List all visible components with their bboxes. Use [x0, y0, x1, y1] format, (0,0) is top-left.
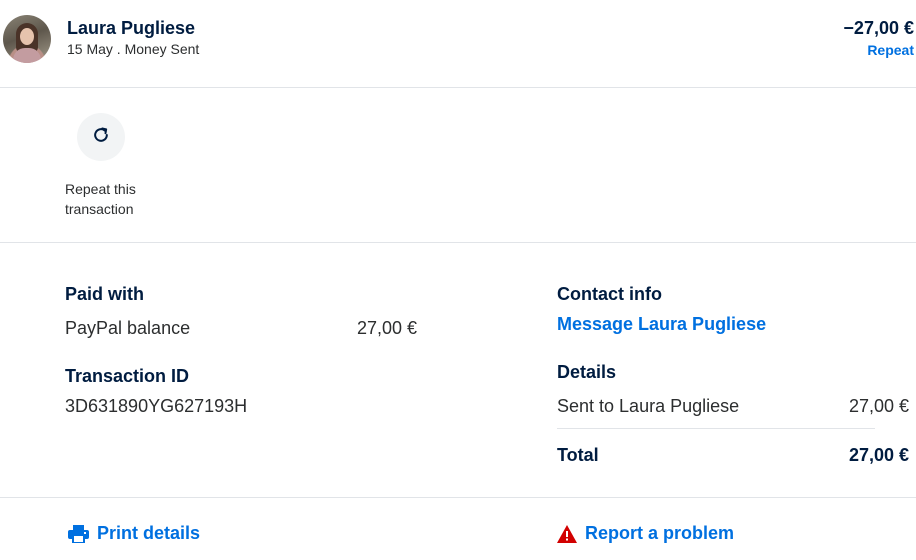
recipient-name: Laura Pugliese	[67, 18, 196, 38]
actions-section: Repeat this transaction	[0, 89, 916, 243]
repeat-transaction-label: Repeat this transaction	[65, 181, 136, 217]
avatar	[3, 15, 51, 63]
sent-to-amount: 27,00 €	[849, 396, 910, 416]
print-details-button[interactable]: Print details	[68, 523, 200, 544]
paid-with-heading: Paid with	[65, 284, 145, 304]
transaction-id-heading: Transaction ID	[65, 366, 190, 386]
transaction-header: Laura Pugliese 15 May . Money Sent −27,0…	[0, 0, 916, 88]
warning-icon	[557, 524, 577, 543]
sent-to-label: Sent to Laura Pugliese	[557, 396, 740, 416]
refresh-icon	[91, 125, 111, 150]
transaction-subtitle: 15 May . Money Sent	[67, 41, 200, 57]
details-heading: Details	[557, 362, 617, 382]
contact-info-heading: Contact info	[557, 284, 662, 304]
print-details-label: Print details	[97, 523, 201, 543]
details-divider	[557, 428, 875, 429]
transaction-id-value: 3D631890YG627193H	[65, 396, 248, 416]
report-problem-button[interactable]: Report a problem	[557, 523, 734, 544]
total-amount: 27,00 €	[849, 445, 910, 465]
transaction-amount: −27,00 €	[843, 18, 914, 38]
payment-method: PayPal balance	[65, 318, 191, 338]
message-recipient-link[interactable]: Message Laura Pugliese	[557, 314, 766, 335]
repeat-link[interactable]: Repeat	[867, 42, 914, 58]
details-section: Paid with PayPal balance 27,00 € Transac…	[0, 244, 916, 498]
printer-icon	[68, 524, 89, 543]
payment-amount: 27,00 €	[357, 318, 418, 338]
report-problem-label: Report a problem	[585, 523, 735, 543]
total-label: Total	[557, 445, 599, 465]
repeat-transaction-button[interactable]	[77, 113, 125, 161]
